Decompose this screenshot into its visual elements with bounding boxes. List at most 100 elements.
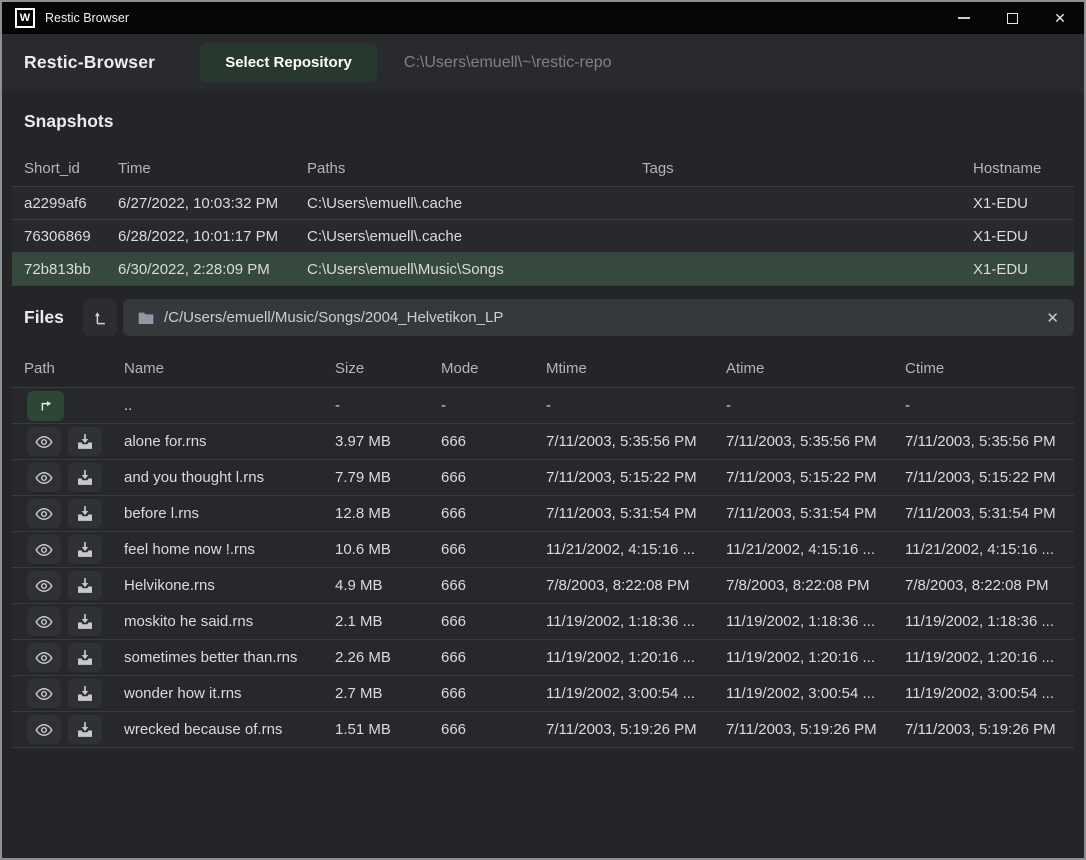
close-button[interactable]: ✕ — [1036, 2, 1084, 34]
file-mtime: 11/19/2002, 1:18:36 ... — [546, 613, 726, 630]
file-atime: 7/11/2003, 5:15:22 PM — [726, 469, 905, 486]
snapshot-time: 6/27/2022, 10:03:32 PM — [118, 195, 307, 212]
go-to-root-button[interactable] — [83, 299, 117, 336]
preview-file-button[interactable] — [27, 427, 61, 456]
column-header-path: Path — [24, 360, 124, 377]
parent-row-name: .. — [124, 397, 335, 414]
files-table: Path Name Size Mode Mtime Atime Ctime ..… — [12, 350, 1074, 748]
snapshot-row[interactable]: 72b813bb 6/30/2022, 2:28:09 PM C:\Users\… — [12, 253, 1074, 286]
snapshot-row[interactable]: a2299af6 6/27/2022, 10:03:32 PM C:\Users… — [12, 187, 1074, 220]
level-up-icon — [93, 310, 108, 326]
eye-icon — [35, 615, 53, 629]
preview-file-button[interactable] — [27, 679, 61, 708]
snapshot-row[interactable]: 76306869 6/28/2022, 10:01:17 PM C:\Users… — [12, 220, 1074, 253]
file-atime: 11/21/2002, 4:15:16 ... — [726, 541, 905, 558]
file-ctime: 11/19/2002, 1:20:16 ... — [905, 649, 1074, 666]
file-row[interactable]: wrecked because of.rns 1.51 MB 666 7/11/… — [12, 712, 1074, 748]
snapshot-time: 6/30/2022, 2:28:09 PM — [118, 261, 307, 278]
file-row[interactable]: Helvikone.rns 4.9 MB 666 7/8/2003, 8:22:… — [12, 568, 1074, 604]
download-icon — [77, 722, 93, 737]
file-ctime: 7/8/2003, 8:22:08 PM — [905, 577, 1074, 594]
preview-file-button[interactable] — [27, 643, 61, 672]
file-row[interactable]: and you thought l.rns 7.79 MB 666 7/11/2… — [12, 460, 1074, 496]
file-mtime: 7/11/2003, 5:35:56 PM — [546, 433, 726, 450]
column-header-tags: Tags — [642, 160, 973, 177]
snapshot-short-id: 72b813bb — [24, 261, 118, 278]
window-controls: ✕ — [940, 2, 1084, 34]
clear-path-icon[interactable]: ✕ — [1046, 309, 1059, 327]
column-header-atime: Atime — [726, 360, 905, 377]
file-mtime: 7/11/2003, 5:15:22 PM — [546, 469, 726, 486]
parent-row-size: - — [335, 397, 441, 414]
download-icon — [77, 434, 93, 449]
column-header-size: Size — [335, 360, 441, 377]
download-file-button[interactable] — [68, 427, 102, 456]
preview-file-button[interactable] — [27, 715, 61, 744]
file-row[interactable]: before l.rns 12.8 MB 666 7/11/2003, 5:31… — [12, 496, 1074, 532]
preview-file-button[interactable] — [27, 607, 61, 636]
file-size: 3.97 MB — [335, 433, 441, 450]
file-mtime: 11/19/2002, 1:20:16 ... — [546, 649, 726, 666]
file-mode: 666 — [441, 433, 546, 450]
file-size: 1.51 MB — [335, 721, 441, 738]
download-file-button[interactable] — [68, 715, 102, 744]
snapshots-table-header: Short_id Time Paths Tags Hostname — [12, 150, 1074, 187]
preview-file-button[interactable] — [27, 571, 61, 600]
select-repository-button[interactable]: Select Repository — [200, 43, 377, 82]
eye-icon — [35, 435, 53, 449]
file-row[interactable]: feel home now !.rns 10.6 MB 666 11/21/20… — [12, 532, 1074, 568]
file-mtime: 7/11/2003, 5:19:26 PM — [546, 721, 726, 738]
current-path-bar[interactable]: /C/Users/emuell/Music/Songs/2004_Helveti… — [123, 299, 1074, 336]
file-atime: 7/11/2003, 5:31:54 PM — [726, 505, 905, 522]
minimize-button[interactable] — [940, 2, 988, 34]
parent-row-actions — [24, 391, 124, 421]
file-ctime: 11/21/2002, 4:15:16 ... — [905, 541, 1074, 558]
download-file-button[interactable] — [68, 643, 102, 672]
file-atime: 7/11/2003, 5:19:26 PM — [726, 721, 905, 738]
download-icon — [77, 470, 93, 485]
file-name: before l.rns — [124, 505, 335, 522]
download-icon — [77, 578, 93, 593]
preview-file-button[interactable] — [27, 535, 61, 564]
maximize-button[interactable] — [988, 2, 1036, 34]
file-row-actions — [24, 679, 124, 708]
preview-file-button[interactable] — [27, 499, 61, 528]
file-atime: 7/8/2003, 8:22:08 PM — [726, 577, 905, 594]
file-row-actions — [24, 715, 124, 744]
eye-icon — [35, 507, 53, 521]
file-mode: 666 — [441, 541, 546, 558]
go-up-directory-button[interactable] — [27, 391, 64, 421]
column-header-time: Time — [118, 160, 307, 177]
parent-row-mtime: - — [546, 397, 726, 414]
file-size: 12.8 MB — [335, 505, 441, 522]
file-row[interactable]: alone for.rns 3.97 MB 666 7/11/2003, 5:3… — [12, 424, 1074, 460]
file-row-actions — [24, 463, 124, 492]
download-file-button[interactable] — [68, 571, 102, 600]
file-name: wrecked because of.rns — [124, 721, 335, 738]
file-row[interactable]: wonder how it.rns 2.7 MB 666 11/19/2002,… — [12, 676, 1074, 712]
download-file-button[interactable] — [68, 535, 102, 564]
file-mode: 666 — [441, 721, 546, 738]
file-atime: 11/19/2002, 3:00:54 ... — [726, 685, 905, 702]
file-atime: 11/19/2002, 1:18:36 ... — [726, 613, 905, 630]
eye-icon — [35, 579, 53, 593]
file-atime: 7/11/2003, 5:35:56 PM — [726, 433, 905, 450]
snapshot-short-id: 76306869 — [24, 228, 118, 245]
file-mtime: 7/11/2003, 5:31:54 PM — [546, 505, 726, 522]
download-file-button[interactable] — [68, 607, 102, 636]
snapshot-paths: C:\Users\emuell\Music\Songs — [307, 261, 642, 278]
file-row[interactable]: sometimes better than.rns 2.26 MB 666 11… — [12, 640, 1074, 676]
minimize-icon — [958, 17, 970, 19]
file-mtime: 11/19/2002, 3:00:54 ... — [546, 685, 726, 702]
snapshot-paths: C:\Users\emuell\.cache — [307, 195, 642, 212]
column-header-name: Name — [124, 360, 335, 377]
file-row[interactable]: moskito he said.rns 2.1 MB 666 11/19/200… — [12, 604, 1074, 640]
preview-file-button[interactable] — [27, 463, 61, 492]
app-title: Restic-Browser — [24, 52, 155, 73]
download-file-button[interactable] — [68, 499, 102, 528]
download-icon — [77, 542, 93, 557]
download-file-button[interactable] — [68, 463, 102, 492]
parent-directory-row[interactable]: .. - - - - - — [12, 388, 1074, 424]
download-file-button[interactable] — [68, 679, 102, 708]
app-header: Restic-Browser Select Repository C:\User… — [2, 34, 1084, 91]
